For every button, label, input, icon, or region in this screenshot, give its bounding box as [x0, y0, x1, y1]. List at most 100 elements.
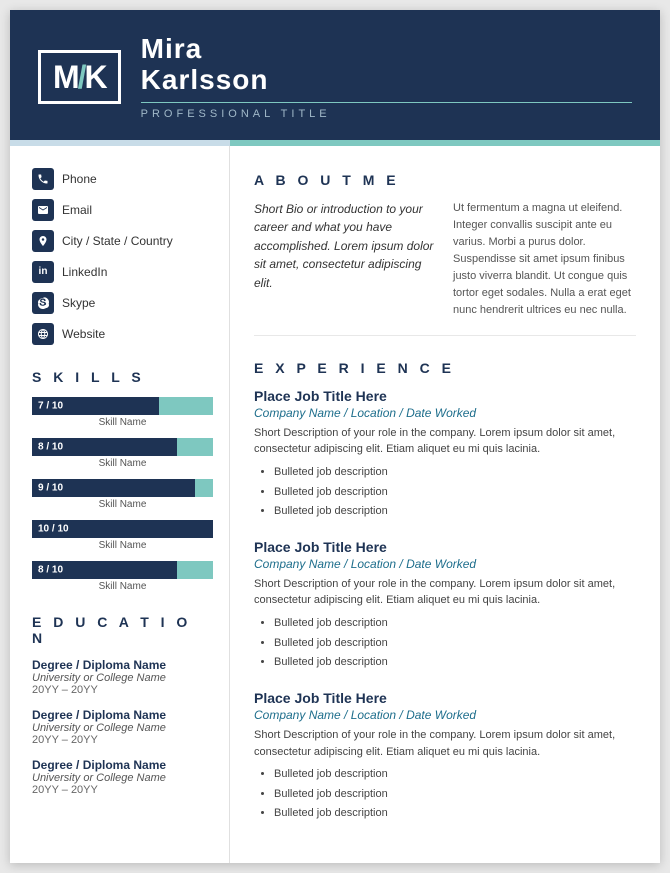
- about-content: Short Bio or introduction to your career…: [254, 200, 636, 319]
- header-name-block: Mira Karlsson PROFESSIONAL TITLE: [141, 34, 632, 120]
- bullet-item: Bulleted job description: [274, 804, 636, 823]
- bullet-item: Bulleted job description: [274, 765, 636, 784]
- job-title: Place Job Title Here: [254, 690, 636, 706]
- full-name: Mira Karlsson: [141, 34, 632, 96]
- header-divider: [141, 102, 632, 103]
- professional-title: PROFESSIONAL TITLE: [141, 108, 632, 120]
- email-icon: [32, 199, 54, 221]
- job-title: Place Job Title Here: [254, 539, 636, 555]
- skill-bar: 10 / 10: [32, 520, 213, 538]
- email-label: Email: [62, 203, 92, 217]
- skill-name: Skill Name: [32, 499, 213, 510]
- job-bullets: Bulleted job descriptionBulleted job des…: [254, 463, 636, 521]
- job-description: Short Description of your role in the co…: [254, 727, 636, 760]
- skill-item: 8 / 10 Skill Name: [32, 561, 213, 592]
- job-description: Short Description of your role in the co…: [254, 425, 636, 458]
- education-container: Degree / Diploma Name University or Coll…: [32, 658, 213, 796]
- skill-name: Skill Name: [32, 417, 213, 428]
- phone-label: Phone: [62, 172, 97, 186]
- skills-container: 7 / 10 Skill Name 8 / 10 Skill Name 9 / …: [32, 397, 213, 592]
- resume-document: M/K Mira Karlsson PROFESSIONAL TITLE: [10, 10, 660, 863]
- linkedin-label: LinkedIn: [62, 265, 107, 279]
- first-name: Mira: [141, 33, 203, 64]
- contact-skype: Skype: [32, 292, 213, 314]
- bullet-item: Bulleted job description: [274, 483, 636, 502]
- contact-email: Email: [32, 199, 213, 221]
- job-bullets: Bulleted job descriptionBulleted job des…: [254, 765, 636, 823]
- education-title: E D U C A T I O N: [32, 614, 213, 646]
- location-icon: [32, 230, 54, 252]
- edu-school: University or College Name: [32, 772, 213, 784]
- contact-linkedin: in LinkedIn: [32, 261, 213, 283]
- education-item: Degree / Diploma Name University or Coll…: [32, 658, 213, 696]
- about-extra-text: Ut fermentum a magna ut eleifend. Intege…: [453, 200, 636, 319]
- edu-dates: 20YY – 20YY: [32, 684, 213, 696]
- edu-degree: Degree / Diploma Name: [32, 708, 213, 722]
- skype-icon: [32, 292, 54, 314]
- bullet-item: Bulleted job description: [274, 634, 636, 653]
- job-company: Company Name / Location / Date Worked: [254, 708, 636, 722]
- skill-item: 9 / 10 Skill Name: [32, 479, 213, 510]
- edu-school: University or College Name: [32, 672, 213, 684]
- left-column: Phone Email City / State / Country in: [10, 146, 230, 864]
- edu-dates: 20YY – 20YY: [32, 784, 213, 796]
- phone-icon: [32, 168, 54, 190]
- bullet-item: Bulleted job description: [274, 785, 636, 804]
- job-item: Place Job Title Here Company Name / Loca…: [254, 690, 636, 823]
- skill-score: 7 / 10: [38, 400, 63, 411]
- skill-bar: 8 / 10: [32, 561, 213, 579]
- skill-fill: [177, 438, 213, 456]
- skill-score: 10 / 10: [38, 523, 69, 534]
- skill-fill: [177, 561, 213, 579]
- job-item: Place Job Title Here Company Name / Loca…: [254, 388, 636, 521]
- skills-section: S K I L L S 7 / 10 Skill Name 8 / 10 Ski…: [32, 369, 213, 592]
- contact-website: Website: [32, 323, 213, 345]
- skill-item: 10 / 10 Skill Name: [32, 520, 213, 551]
- website-icon: [32, 323, 54, 345]
- contact-list: Phone Email City / State / Country in: [32, 168, 213, 345]
- education-item: Degree / Diploma Name University or Coll…: [32, 758, 213, 796]
- edu-school: University or College Name: [32, 722, 213, 734]
- contact-location: City / State / Country: [32, 230, 213, 252]
- education-item: Degree / Diploma Name University or Coll…: [32, 708, 213, 746]
- about-bio-text: Short Bio or introduction to your career…: [254, 200, 437, 293]
- bullet-item: Bulleted job description: [274, 614, 636, 633]
- edu-degree: Degree / Diploma Name: [32, 758, 213, 772]
- experience-container: Place Job Title Here Company Name / Loca…: [254, 388, 636, 823]
- bullet-item: Bulleted job description: [274, 463, 636, 482]
- about-bio-block: Short Bio or introduction to your career…: [254, 200, 437, 319]
- header-section: M/K Mira Karlsson PROFESSIONAL TITLE: [10, 10, 660, 140]
- skill-score: 8 / 10: [38, 564, 63, 575]
- skill-score: 9 / 10: [38, 482, 63, 493]
- skill-score: 8 / 10: [38, 441, 63, 452]
- last-name: Karlsson: [141, 64, 269, 95]
- about-title: A B O U T M E: [254, 172, 636, 188]
- skype-label: Skype: [62, 296, 95, 310]
- skill-bar: 8 / 10: [32, 438, 213, 456]
- experience-title: E X P E R I E N C E: [254, 360, 636, 376]
- job-company: Company Name / Location / Date Worked: [254, 406, 636, 420]
- bullet-item: Bulleted job description: [274, 653, 636, 672]
- body-section: Phone Email City / State / Country in: [10, 146, 660, 864]
- skills-title: S K I L L S: [32, 369, 213, 385]
- skill-name: Skill Name: [32, 458, 213, 469]
- job-title: Place Job Title Here: [254, 388, 636, 404]
- edu-degree: Degree / Diploma Name: [32, 658, 213, 672]
- job-bullets: Bulleted job descriptionBulleted job des…: [254, 614, 636, 672]
- bullet-item: Bulleted job description: [274, 502, 636, 521]
- experience-section: E X P E R I E N C E Place Job Title Here…: [254, 360, 636, 823]
- about-section: A B O U T M E Short Bio or introduction …: [254, 172, 636, 336]
- right-column: A B O U T M E Short Bio or introduction …: [230, 146, 660, 864]
- skill-item: 8 / 10 Skill Name: [32, 438, 213, 469]
- skill-bar: 7 / 10: [32, 397, 213, 415]
- job-item: Place Job Title Here Company Name / Loca…: [254, 539, 636, 672]
- job-description: Short Description of your role in the co…: [254, 576, 636, 609]
- skill-bar: 9 / 10: [32, 479, 213, 497]
- logo-box: M/K: [38, 50, 121, 104]
- edu-dates: 20YY – 20YY: [32, 734, 213, 746]
- linkedin-icon: in: [32, 261, 54, 283]
- location-label: City / State / Country: [62, 234, 173, 248]
- about-extra-block: Ut fermentum a magna ut eleifend. Intege…: [453, 200, 636, 319]
- education-section: E D U C A T I O N Degree / Diploma Name …: [32, 614, 213, 796]
- website-label: Website: [62, 327, 105, 341]
